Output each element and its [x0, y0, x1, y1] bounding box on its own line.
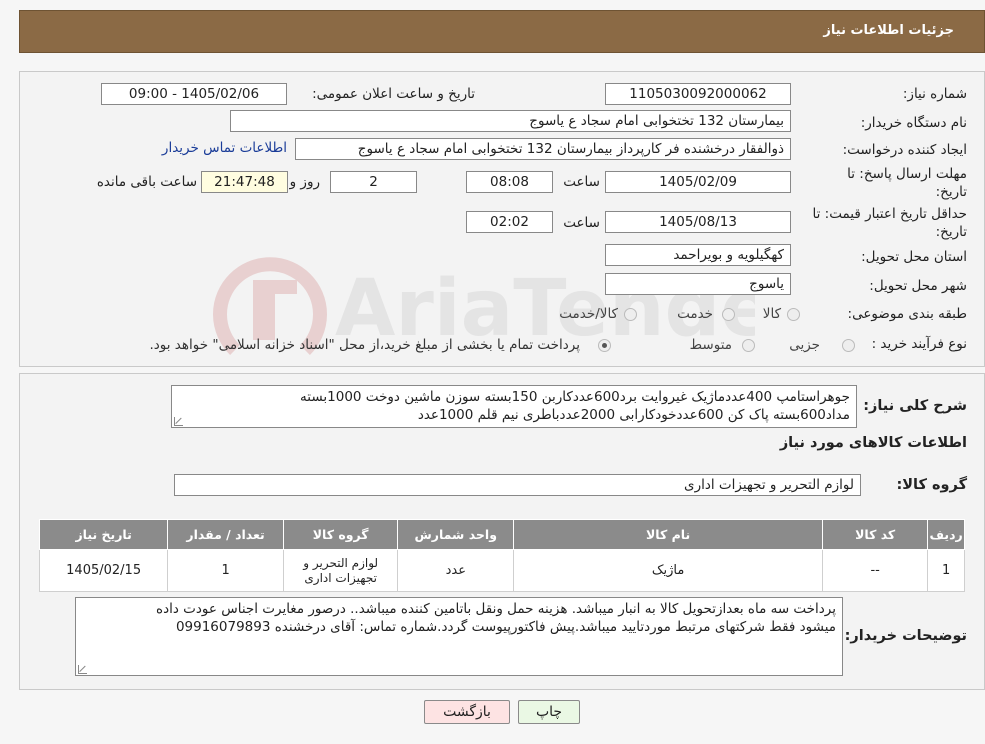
- validity-time-label: ساعت: [563, 215, 600, 231]
- city-label: شهر محل تحویل:: [869, 278, 967, 294]
- cell-row: 1: [927, 549, 965, 592]
- deadline-label-line1: مهلت ارسال پاسخ: تا: [847, 166, 967, 182]
- buyer-notes-line-2: میشود فقط شرکتهای مرتبط موردتایید میباشد…: [175, 619, 836, 635]
- description-line-2: مداد600بسته پاک کن 600عددخودکارابی 2000ع…: [417, 407, 850, 423]
- print-button[interactable]: چاپ: [518, 700, 580, 724]
- col-row-header: ردیف: [927, 519, 965, 550]
- buyer-org-field: بیمارستان 132 تختخوابی امام سجاد ع یاسوج: [230, 110, 791, 132]
- city-field: یاسوج: [605, 273, 791, 295]
- deadline-days-field: 2: [330, 171, 417, 193]
- resize-grip-icon[interactable]: [174, 417, 183, 426]
- validity-time-field: 02:02: [466, 211, 553, 233]
- table-header-row: ردیف کد کالا نام کالا واحد شمارش گروه کا…: [38, 519, 965, 550]
- deadline-date-field: 1405/02/09: [605, 171, 791, 193]
- need-number-field: 1105030092000062: [605, 83, 791, 105]
- validity-label-line2: تاریخ:: [935, 224, 967, 240]
- announce-field: 1405/02/06 - 09:00: [101, 83, 287, 105]
- process-option-minor: جزیی: [789, 337, 820, 353]
- goods-info-title: اطلاعات کالاهای مورد نیاز: [779, 435, 967, 451]
- col-code-header: کد کالا: [822, 519, 929, 550]
- cell-date: 1405/02/15: [38, 549, 169, 592]
- process-option-medium: متوسط: [689, 337, 732, 353]
- col-qty-header: تعداد / مقدار: [167, 519, 284, 550]
- resize-grip-icon[interactable]: [78, 665, 87, 674]
- deadline-days-label: روز و: [289, 174, 320, 190]
- col-group-header: گروه کالا: [282, 519, 399, 550]
- col-unit-header: واحد شمارش: [397, 519, 515, 550]
- buyer-notes-textarea[interactable]: پرداخت سه ماه بعدازتحویل کالا به انبار م…: [75, 597, 843, 676]
- category-radio-service: [722, 308, 735, 321]
- remaining-time-field: 21:47:48: [201, 171, 288, 193]
- process-label: نوع فرآیند خرید :: [871, 336, 967, 352]
- process-radio-medium: [742, 339, 755, 352]
- description-line-1: جوهراستامپ 400عددماژیک غیروایت برد600عدد…: [300, 389, 850, 405]
- cell-qty: 1: [167, 549, 284, 592]
- process-radio-minor: [842, 339, 855, 352]
- buyer-notes-line-1: پرداخت سه ماه بعدازتحویل کالا به انبار م…: [156, 601, 836, 617]
- category-option-service: خدمت: [677, 306, 713, 322]
- validity-label-line1: حداقل تاریخ اعتبار قیمت: تا: [812, 206, 967, 222]
- table-row: 1 -- ماژیک عدد لوازم التحریر و تجهیزات ا…: [38, 549, 965, 592]
- category-option-goods-service: کالا/خدمت: [559, 306, 618, 322]
- category-option-goods: کالا: [762, 306, 781, 322]
- col-name-header: نام کالا: [513, 519, 824, 550]
- province-field: کهگیلویه و بویراحمد: [605, 244, 791, 266]
- validity-date-field: 1405/08/13: [605, 211, 791, 233]
- cell-group: لوازم التحریر و تجهیزات اداری: [282, 549, 399, 592]
- need-number-label: شماره نیاز:: [902, 86, 967, 102]
- deadline-time-field: 08:08: [466, 171, 553, 193]
- description-textarea[interactable]: جوهراستامپ 400عددماژیک غیروایت برد600عدد…: [171, 385, 857, 428]
- goods-group-label: گروه کالا:: [896, 477, 967, 493]
- description-label: شرح کلی نیاز:: [863, 398, 967, 414]
- requester-label: ایجاد کننده درخواست:: [842, 142, 967, 158]
- cell-code: --: [822, 549, 929, 592]
- deadline-label-line2: تاریخ:: [935, 184, 967, 200]
- process-radio-treasury: [598, 339, 611, 352]
- province-label: استان محل تحویل:: [861, 249, 967, 265]
- category-radio-goods-service: [624, 308, 637, 321]
- remaining-time-label: ساعت باقی مانده: [96, 174, 197, 190]
- category-radio-goods: [787, 308, 800, 321]
- page-header: جزئیات اطلاعات نیاز: [19, 10, 985, 53]
- back-button[interactable]: بازگشت: [424, 700, 510, 724]
- col-date-header: تاریخ نیاز: [38, 519, 169, 550]
- process-note: پرداخت تمام یا بخشی از مبلغ خرید،از محل …: [149, 337, 580, 353]
- items-table: ردیف کد کالا نام کالا واحد شمارش گروه کا…: [38, 519, 965, 592]
- deadline-time-label: ساعت: [563, 174, 600, 190]
- buyer-notes-label: توضیحات خریدار:: [844, 628, 967, 644]
- cell-unit: عدد: [397, 549, 515, 592]
- announce-label: تاریخ و ساعت اعلان عمومی:: [312, 86, 475, 102]
- buyer-contact-link[interactable]: اطلاعات تماس خریدار: [162, 140, 287, 156]
- requester-field: ذوالفقار درخشنده فر کارپرداز بیمارستان 1…: [295, 138, 791, 160]
- cell-name: ماژیک: [513, 549, 824, 592]
- category-label: طبقه بندی موضوعی:: [847, 306, 967, 322]
- goods-group-field: لوازم التحریر و تجهیزات اداری: [174, 474, 861, 496]
- page-title: جزئیات اطلاعات نیاز: [823, 23, 954, 38]
- buyer-org-label: نام دستگاه خریدار:: [860, 115, 967, 131]
